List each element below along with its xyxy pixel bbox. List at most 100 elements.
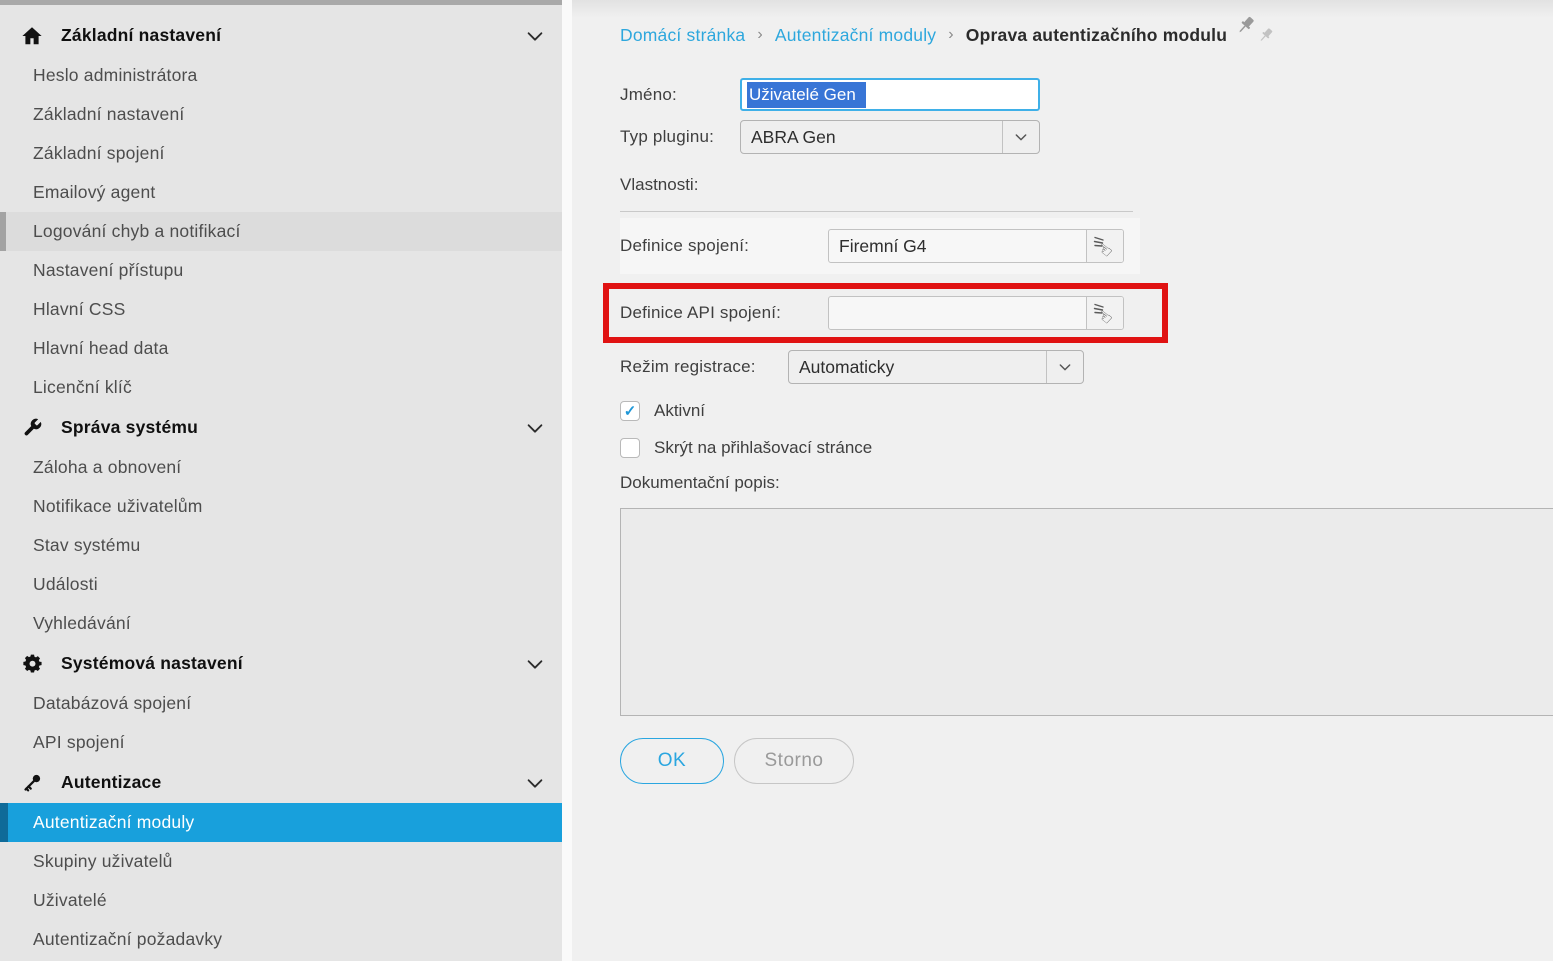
breadcrumb-separator: › bbox=[757, 26, 763, 44]
api-connection-picker-button[interactable]: ☜ bbox=[1086, 297, 1123, 329]
sidebar-item-label: Databázová spojení bbox=[33, 693, 191, 714]
api-connection-field: ☜ bbox=[828, 296, 1124, 330]
registration-mode-select[interactable]: Automaticky bbox=[788, 350, 1084, 384]
registration-mode-row: Režim registrace: Automaticky bbox=[620, 350, 1553, 384]
connection-field: Firemní G4 ☜ bbox=[828, 229, 1124, 263]
sidebar-item-label: Notifikace uživatelům bbox=[33, 496, 203, 517]
sidebar-item-label: Heslo administrátora bbox=[33, 65, 197, 86]
hand-picker-icon: ☜ bbox=[1093, 301, 1117, 325]
sidebar-item-logovani-chyb[interactable]: Logování chyb a notifikací bbox=[0, 212, 562, 251]
key-icon bbox=[20, 771, 44, 795]
pin-icon[interactable] bbox=[1235, 14, 1257, 36]
plugin-type-value: ABRA Gen bbox=[741, 127, 1002, 148]
sidebar-item-label: Nastavení přístupu bbox=[33, 260, 184, 281]
svg-text:☜: ☜ bbox=[1093, 305, 1117, 325]
sidebar-gutter bbox=[562, 0, 572, 961]
select-chevron-icon[interactable] bbox=[1046, 351, 1083, 383]
sidebar-item-label: Základní nastavení bbox=[33, 104, 184, 125]
sidebar-item-uzivatele[interactable]: Uživatelé bbox=[0, 881, 562, 920]
sidebar-item-heslo-administratora[interactable]: Heslo administrátora bbox=[0, 56, 562, 95]
active-checkbox-label: Aktivní bbox=[654, 401, 705, 421]
wrench-icon bbox=[20, 416, 44, 440]
connection-picker-button[interactable]: ☜ bbox=[1086, 230, 1123, 262]
registration-mode-label: Režim registrace: bbox=[620, 357, 788, 377]
sidebar-item-emailovy-agent[interactable]: Emailový agent bbox=[0, 173, 562, 212]
section-label: Systémová nastavení bbox=[61, 653, 524, 674]
chevron-down-icon[interactable] bbox=[524, 653, 546, 675]
sidebar-item-nastaveni-pristupu[interactable]: Nastavení přístupu bbox=[0, 251, 562, 290]
sidebar-item-hlavni-css[interactable]: Hlavní CSS bbox=[0, 290, 562, 329]
connection-input[interactable]: Firemní G4 bbox=[829, 230, 1086, 262]
sidebar-section-autentizace[interactable]: Autentizace bbox=[0, 762, 562, 803]
name-input-selected-text: Uživatelé Gen bbox=[747, 82, 866, 108]
breadcrumb-home-link[interactable]: Domácí stránka bbox=[620, 25, 745, 46]
sidebar-item-label: Vyhledávání bbox=[33, 613, 131, 634]
sidebar-item-label: Autentizační požadavky bbox=[33, 929, 222, 950]
connection-row: Definice spojení: Firemní G4 ☜ bbox=[620, 218, 1140, 274]
main-panel: Domácí stránka › Autentizační moduly › O… bbox=[572, 0, 1553, 961]
sidebar-section-sprava-systemu[interactable]: Správa systému bbox=[0, 407, 562, 448]
sidebar-item-label: Skupiny uživatelů bbox=[33, 851, 173, 872]
documentation-textarea[interactable] bbox=[620, 508, 1553, 716]
sidebar-item-label: Uživatelé bbox=[33, 890, 107, 911]
button-row: OK Storno bbox=[620, 738, 1553, 784]
sidebar-item-label: Hlavní head data bbox=[33, 338, 169, 359]
sidebar-item-autentizacni-moduly[interactable]: Autentizační moduly bbox=[0, 803, 562, 842]
sidebar-item-databazova-spojeni[interactable]: Databázová spojení bbox=[0, 684, 562, 723]
sidebar-section-systemova-nastaveni[interactable]: Systémová nastavení bbox=[0, 643, 562, 684]
active-checkbox[interactable] bbox=[620, 401, 640, 421]
name-input[interactable]: Uživatelé Gen bbox=[740, 78, 1040, 111]
pin-icons bbox=[1233, 20, 1279, 50]
api-connection-row: Definice API spojení: ☜ bbox=[620, 296, 1553, 330]
chevron-down-icon[interactable] bbox=[524, 417, 546, 439]
sidebar-item-stav-systemu[interactable]: Stav systému bbox=[0, 526, 562, 565]
home-icon bbox=[20, 24, 44, 48]
section-label: Základní nastavení bbox=[61, 25, 524, 46]
sidebar-item-label: Logování chyb a notifikací bbox=[33, 221, 241, 242]
sidebar-item-autentizacni-pozadavky[interactable]: Autentizační požadavky bbox=[0, 920, 562, 959]
sidebar-item-zaloha-a-obnoveni[interactable]: Záloha a obnovení bbox=[0, 448, 562, 487]
sidebar-item-label: Emailový agent bbox=[33, 182, 155, 203]
section-label: Autentizace bbox=[61, 772, 524, 793]
select-chevron-icon[interactable] bbox=[1002, 121, 1039, 153]
sidebar-item-zakladni-nastaveni[interactable]: Základní nastavení bbox=[0, 95, 562, 134]
sidebar-item-label: Události bbox=[33, 574, 98, 595]
cancel-button[interactable]: Storno bbox=[734, 738, 854, 784]
documentation-label: Dokumentační popis: bbox=[620, 473, 1553, 493]
api-connection-label: Definice API spojení: bbox=[620, 303, 828, 323]
active-checkbox-row: Aktivní bbox=[620, 401, 1553, 421]
sidebar-item-udalosti[interactable]: Události bbox=[0, 565, 562, 604]
svg-text:☜: ☜ bbox=[1093, 238, 1117, 258]
chevron-down-icon[interactable] bbox=[524, 772, 546, 794]
breadcrumb-section-link[interactable]: Autentizační moduly bbox=[775, 25, 936, 46]
sidebar-item-zakladni-spojeni[interactable]: Základní spojení bbox=[0, 134, 562, 173]
plugin-type-row: Typ pluginu: ABRA Gen bbox=[620, 120, 1553, 154]
page-title: Oprava autentizačního modulu bbox=[966, 25, 1227, 46]
breadcrumb-separator: › bbox=[948, 26, 954, 44]
properties-label: Vlastnosti: bbox=[620, 175, 1553, 195]
registration-mode-value: Automaticky bbox=[789, 357, 1046, 378]
sidebar-item-label: API spojení bbox=[33, 732, 125, 753]
sidebar-item-label: Základní spojení bbox=[33, 143, 165, 164]
sidebar-item-label: Licenční klíč bbox=[33, 377, 132, 398]
gear-icon bbox=[20, 652, 44, 676]
breadcrumb: Domácí stránka › Autentizační moduly › O… bbox=[620, 22, 1553, 48]
pin-icon-secondary[interactable] bbox=[1257, 26, 1275, 44]
plugin-type-select[interactable]: ABRA Gen bbox=[740, 120, 1040, 154]
hide-checkbox[interactable] bbox=[620, 438, 640, 458]
sidebar-item-notifikace-uzivatelum[interactable]: Notifikace uživatelům bbox=[0, 487, 562, 526]
sidebar-item-licencni-klic[interactable]: Licenční klíč bbox=[0, 368, 562, 407]
ok-button[interactable]: OK bbox=[620, 738, 724, 784]
hand-picker-icon: ☜ bbox=[1093, 234, 1117, 258]
plugin-type-label: Typ pluginu: bbox=[620, 127, 740, 147]
sidebar-item-vyhledavani[interactable]: Vyhledávání bbox=[0, 604, 562, 643]
chevron-down-icon[interactable] bbox=[524, 25, 546, 47]
name-label: Jméno: bbox=[620, 85, 740, 105]
sidebar-item-hlavni-head-data[interactable]: Hlavní head data bbox=[0, 329, 562, 368]
api-connection-input[interactable] bbox=[829, 297, 1086, 329]
sidebar: Základní nastavení Heslo administrátora … bbox=[0, 0, 562, 961]
sidebar-section-zakladni-nastaveni[interactable]: Základní nastavení bbox=[0, 15, 562, 56]
sidebar-item-api-spojeni[interactable]: API spojení bbox=[0, 723, 562, 762]
hide-checkbox-label: Skrýt na přihlašovací stránce bbox=[654, 438, 872, 458]
sidebar-item-skupiny-uzivatelu[interactable]: Skupiny uživatelů bbox=[0, 842, 562, 881]
